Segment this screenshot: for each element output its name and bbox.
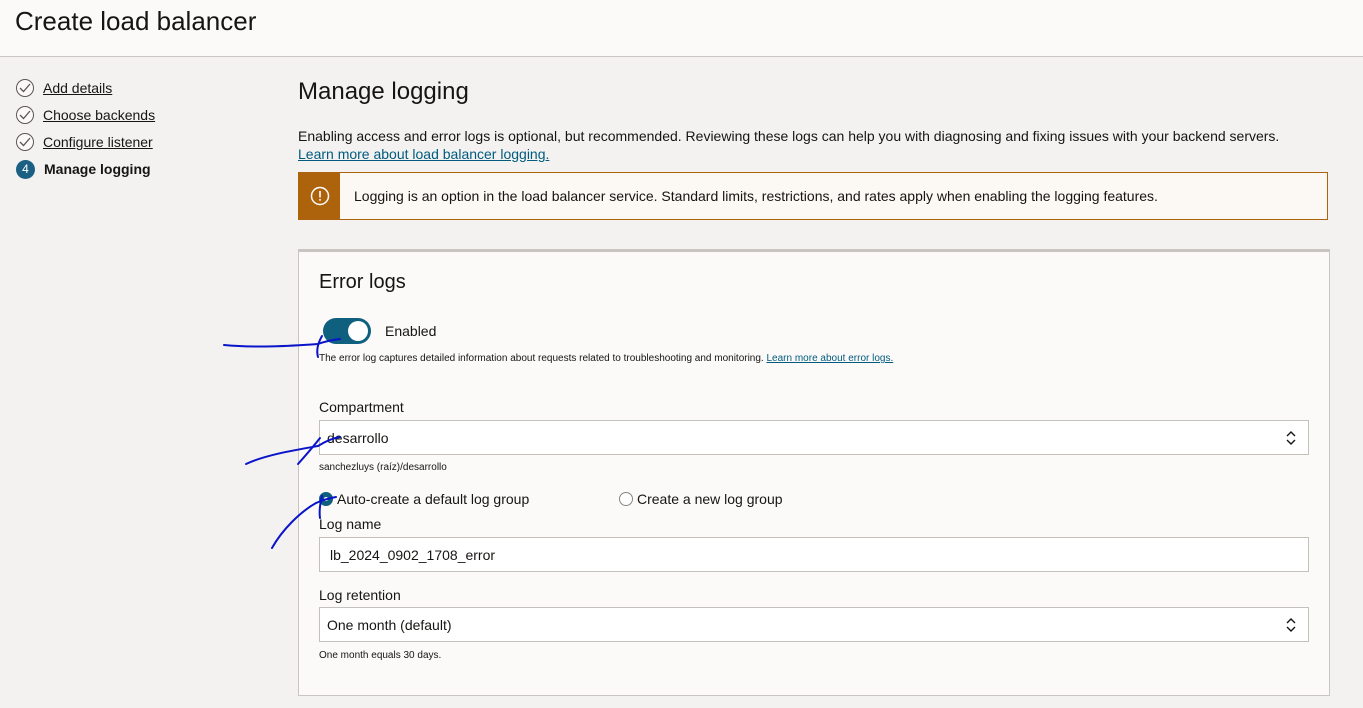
step-add-details[interactable]: Add details (16, 77, 112, 99)
log-name-label: Log name (319, 516, 382, 532)
log-retention-help: One month equals 30 days. (319, 650, 442, 661)
error-logs-card: Error logs Enabled The error log capture… (298, 249, 1330, 696)
log-retention-value: One month (default) (327, 616, 452, 633)
radio-auto-create[interactable]: Auto-create a default log group (319, 491, 529, 507)
check-circle-icon (16, 133, 34, 151)
page-title: Create load balancer (15, 6, 257, 36)
step-configure-listener[interactable]: Configure listener (16, 131, 153, 153)
toggle-knob (348, 321, 368, 341)
error-logs-toggle[interactable] (323, 318, 371, 344)
radio-new-label: Create a new log group (637, 491, 783, 507)
compartment-select[interactable]: desarrollo (319, 420, 1309, 455)
intro-text: Enabling access and error logs is option… (298, 127, 1328, 163)
step-label[interactable]: Configure listener (43, 134, 153, 150)
notice-text: Logging is an option in the load balance… (354, 188, 1158, 204)
radio-button[interactable] (619, 492, 633, 506)
learn-more-error-logs-link[interactable]: Learn more about error logs. (767, 353, 894, 364)
intro-description: Enabling access and error logs is option… (298, 128, 1280, 144)
error-logs-title: Error logs (319, 271, 406, 293)
error-log-help: The error log captures detailed informat… (319, 353, 893, 364)
toggle-label: Enabled (385, 323, 437, 339)
step-number-badge: 4 (16, 159, 35, 179)
step-choose-backends[interactable]: Choose backends (16, 104, 155, 126)
compartment-path: sanchezluys (raíz)/desarrollo (319, 462, 447, 473)
log-name-value: lb_2024_0902_1708_error (330, 546, 496, 563)
compartment-label: Compartment (319, 399, 404, 415)
log-name-input[interactable]: lb_2024_0902_1708_error (319, 537, 1309, 572)
compartment-value: desarrollo (327, 429, 389, 446)
log-retention-label: Log retention (319, 587, 401, 603)
step-label: Manage logging (44, 161, 151, 177)
radio-auto-label: Auto-create a default log group (337, 491, 530, 507)
select-arrows-icon (1286, 431, 1296, 445)
page-header: Create load balancer (0, 0, 1363, 57)
check-circle-icon (16, 79, 34, 97)
warning-notice: Logging is an option in the load balance… (298, 172, 1328, 220)
log-retention-select[interactable]: One month (default) (319, 607, 1309, 642)
radio-button-checked[interactable] (319, 492, 333, 506)
select-arrows-icon (1286, 618, 1296, 632)
section-title: Manage logging (298, 78, 469, 105)
error-log-help-text: The error log captures detailed informat… (319, 353, 764, 364)
warning-icon (299, 173, 340, 219)
step-manage-logging: 4 Manage logging (16, 158, 151, 180)
check-circle-icon (16, 106, 34, 124)
step-label[interactable]: Add details (43, 80, 112, 96)
learn-more-logging-link[interactable]: Learn more about load balancer logging. (298, 146, 549, 162)
radio-create-new[interactable]: Create a new log group (619, 491, 783, 507)
step-label[interactable]: Choose backends (43, 107, 155, 123)
